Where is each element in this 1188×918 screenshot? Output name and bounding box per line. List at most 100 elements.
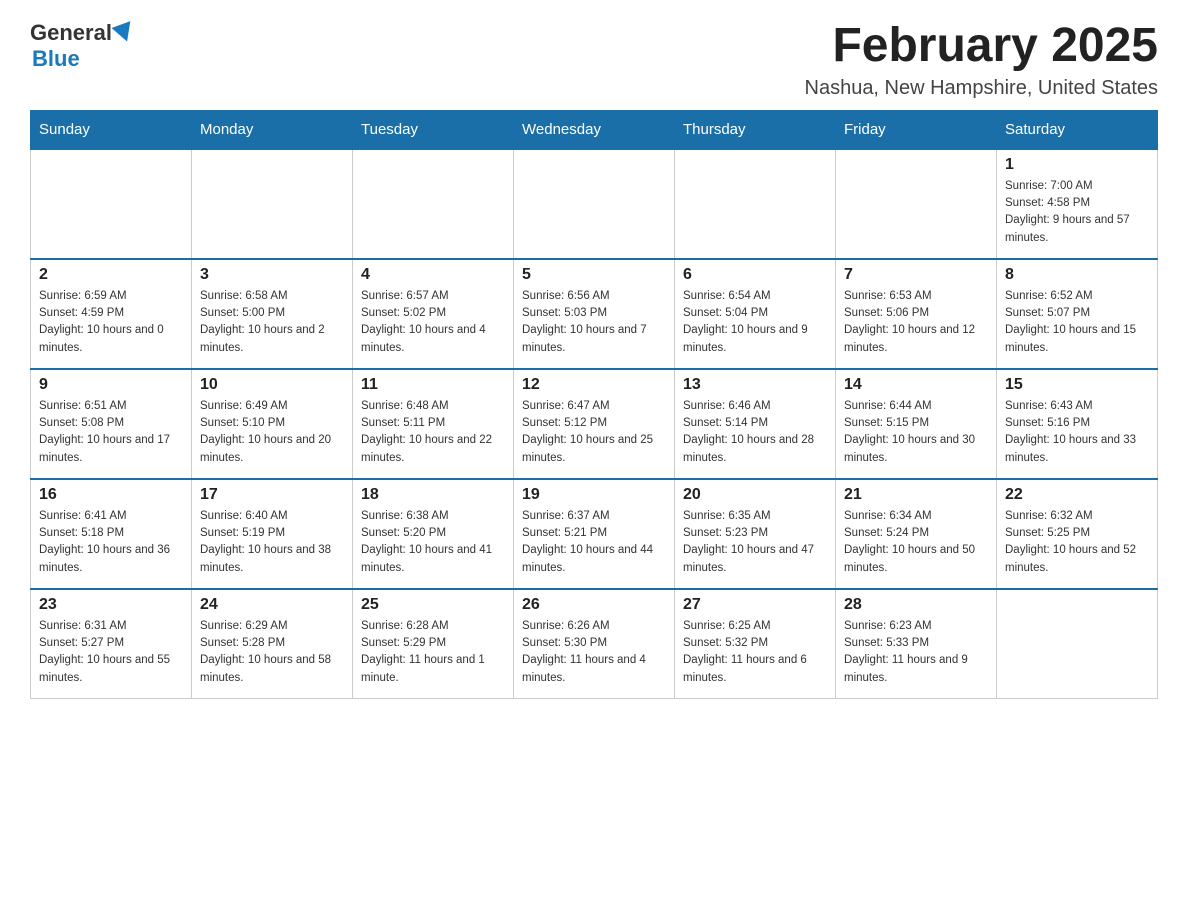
day-info: Sunrise: 6:35 AM Sunset: 5:23 PM Dayligh… — [683, 508, 827, 577]
calendar-day-cell: 2Sunrise: 6:59 AM Sunset: 4:59 PM Daylig… — [31, 259, 192, 369]
calendar-day-cell: 12 Sunrise: 6:47 AM Sunset: 5:12 PM Dayli… — [514, 369, 675, 479]
day-info: Sunrise: 6:58 AM Sunset: 5:00 PM Dayligh… — [200, 288, 344, 357]
day-number: 22 — [1005, 486, 1149, 504]
title-section: February 2025 Nashua, New Hampshire, Uni… — [805, 20, 1159, 100]
location-subtitle: Nashua, New Hampshire, United States — [805, 77, 1159, 100]
logo: General Blue — [30, 20, 136, 72]
calendar-header-row: SundayMondayTuesdayWednesdayThursdayFrid… — [31, 110, 1158, 149]
day-info: Sunrise: 6:37 AM Sunset: 5:21 PM Dayligh… — [522, 508, 666, 577]
day-number: 16 — [39, 486, 183, 504]
calendar-day-cell — [675, 149, 836, 259]
day-number: 24 — [200, 596, 344, 614]
day-info: Sunrise: 6:56 AM Sunset: 5:03 PM Dayligh… — [522, 288, 666, 357]
day-number: 14 — [844, 376, 988, 394]
calendar-day-cell: 3 Sunrise: 6:58 AM Sunset: 5:00 PM Daylig… — [192, 259, 353, 369]
day-info: Sunrise: 6:23 AM Sunset: 5:33 PM Dayligh… — [844, 618, 988, 687]
day-number: 9 — [39, 376, 183, 394]
calendar-table: SundayMondayTuesdayWednesdayThursdayFrid… — [30, 110, 1158, 700]
calendar-day-cell: 23Sunrise: 6:31 AM Sunset: 5:27 PM Dayli… — [31, 589, 192, 699]
calendar-day-cell: 14 Sunrise: 6:44 AM Sunset: 5:15 PM Dayli… — [836, 369, 997, 479]
calendar-day-cell: 15Sunrise: 6:43 AM Sunset: 5:16 PM Dayli… — [997, 369, 1158, 479]
day-number: 18 — [361, 486, 505, 504]
day-info: Sunrise: 6:52 AM Sunset: 5:07 PM Dayligh… — [1005, 288, 1149, 357]
day-number: 13 — [683, 376, 827, 394]
calendar-day-cell: 28 Sunrise: 6:23 AM Sunset: 5:33 PM Dayli… — [836, 589, 997, 699]
calendar-day-cell: 24 Sunrise: 6:29 AM Sunset: 5:28 PM Dayli… — [192, 589, 353, 699]
day-number: 10 — [200, 376, 344, 394]
calendar-day-cell: 16 Sunrise: 6:41 AM Sunset: 5:18 PM Dayli… — [31, 479, 192, 589]
calendar-day-cell — [192, 149, 353, 259]
day-number: 12 — [522, 376, 666, 394]
day-number: 1 — [1005, 156, 1149, 174]
day-number: 8 — [1005, 266, 1149, 284]
day-info: Sunrise: 6:25 AM Sunset: 5:32 PM Dayligh… — [683, 618, 827, 687]
calendar-day-cell — [997, 589, 1158, 699]
logo-general-text: General — [30, 20, 112, 46]
day-number: 5 — [522, 266, 666, 284]
day-info: Sunrise: 6:44 AM Sunset: 5:15 PM Dayligh… — [844, 398, 988, 467]
calendar-day-cell: 17Sunrise: 6:40 AM Sunset: 5:19 PM Dayli… — [192, 479, 353, 589]
day-number: 27 — [683, 596, 827, 614]
day-info: Sunrise: 6:47 AM Sunset: 5:12 PM Dayligh… — [522, 398, 666, 467]
calendar-day-cell: 8 Sunrise: 6:52 AM Sunset: 5:07 PM Daylig… — [997, 259, 1158, 369]
calendar-day-header: Thursday — [675, 110, 836, 149]
calendar-day-cell — [353, 149, 514, 259]
day-info: Sunrise: 6:34 AM Sunset: 5:24 PM Dayligh… — [844, 508, 988, 577]
calendar-day-cell: 13 Sunrise: 6:46 AM Sunset: 5:14 PM Dayli… — [675, 369, 836, 479]
calendar-day-cell: 22 Sunrise: 6:32 AM Sunset: 5:25 PM Dayli… — [997, 479, 1158, 589]
day-number: 20 — [683, 486, 827, 504]
day-info: Sunrise: 6:38 AM Sunset: 5:20 PM Dayligh… — [361, 508, 505, 577]
day-info: Sunrise: 6:54 AM Sunset: 5:04 PM Dayligh… — [683, 288, 827, 357]
calendar-day-cell: 7Sunrise: 6:53 AM Sunset: 5:06 PM Daylig… — [836, 259, 997, 369]
calendar-week-row: 16 Sunrise: 6:41 AM Sunset: 5:18 PM Dayli… — [31, 479, 1158, 589]
day-number: 25 — [361, 596, 505, 614]
calendar-day-cell: 19Sunrise: 6:37 AM Sunset: 5:21 PM Dayli… — [514, 479, 675, 589]
day-number: 6 — [683, 266, 827, 284]
day-info: Sunrise: 6:41 AM Sunset: 5:18 PM Dayligh… — [39, 508, 183, 577]
day-info: Sunrise: 6:49 AM Sunset: 5:10 PM Dayligh… — [200, 398, 344, 467]
day-info: Sunrise: 6:51 AM Sunset: 5:08 PM Dayligh… — [39, 398, 183, 467]
calendar-day-cell: 6 Sunrise: 6:54 AM Sunset: 5:04 PM Daylig… — [675, 259, 836, 369]
calendar-day-cell: 1 Sunrise: 7:00 AM Sunset: 4:58 PM Daylig… — [997, 149, 1158, 259]
day-info: Sunrise: 6:43 AM Sunset: 5:16 PM Dayligh… — [1005, 398, 1149, 467]
calendar-day-cell — [836, 149, 997, 259]
calendar-week-row: 1 Sunrise: 7:00 AM Sunset: 4:58 PM Daylig… — [31, 149, 1158, 259]
calendar-week-row: 9 Sunrise: 6:51 AM Sunset: 5:08 PM Daylig… — [31, 369, 1158, 479]
calendar-day-header: Tuesday — [353, 110, 514, 149]
calendar-day-cell: 21 Sunrise: 6:34 AM Sunset: 5:24 PM Dayli… — [836, 479, 997, 589]
calendar-day-header: Wednesday — [514, 110, 675, 149]
calendar-day-cell: 27 Sunrise: 6:25 AM Sunset: 5:32 PM Dayli… — [675, 589, 836, 699]
calendar-week-row: 2Sunrise: 6:59 AM Sunset: 4:59 PM Daylig… — [31, 259, 1158, 369]
day-number: 28 — [844, 596, 988, 614]
day-info: Sunrise: 6:59 AM Sunset: 4:59 PM Dayligh… — [39, 288, 183, 357]
calendar-day-cell: 20 Sunrise: 6:35 AM Sunset: 5:23 PM Dayli… — [675, 479, 836, 589]
calendar-day-cell — [31, 149, 192, 259]
day-info: Sunrise: 6:28 AM Sunset: 5:29 PM Dayligh… — [361, 618, 505, 687]
calendar-day-header: Sunday — [31, 110, 192, 149]
calendar-day-cell: 4 Sunrise: 6:57 AM Sunset: 5:02 PM Daylig… — [353, 259, 514, 369]
calendar-day-cell: 9 Sunrise: 6:51 AM Sunset: 5:08 PM Daylig… — [31, 369, 192, 479]
calendar-day-cell: 25 Sunrise: 6:28 AM Sunset: 5:29 PM Dayli… — [353, 589, 514, 699]
calendar-day-cell: 26Sunrise: 6:26 AM Sunset: 5:30 PM Dayli… — [514, 589, 675, 699]
day-info: Sunrise: 6:29 AM Sunset: 5:28 PM Dayligh… — [200, 618, 344, 687]
calendar-day-header: Friday — [836, 110, 997, 149]
day-info: Sunrise: 7:00 AM Sunset: 4:58 PM Dayligh… — [1005, 178, 1149, 247]
calendar-day-cell: 5 Sunrise: 6:56 AM Sunset: 5:03 PM Daylig… — [514, 259, 675, 369]
day-number: 4 — [361, 266, 505, 284]
day-number: 3 — [200, 266, 344, 284]
day-number: 17 — [200, 486, 344, 504]
day-info: Sunrise: 6:46 AM Sunset: 5:14 PM Dayligh… — [683, 398, 827, 467]
day-number: 21 — [844, 486, 988, 504]
calendar-day-cell — [514, 149, 675, 259]
page-header: General Blue February 2025 Nashua, New H… — [30, 20, 1158, 100]
day-info: Sunrise: 6:57 AM Sunset: 5:02 PM Dayligh… — [361, 288, 505, 357]
logo-triangle-icon — [111, 21, 136, 45]
day-info: Sunrise: 6:48 AM Sunset: 5:11 PM Dayligh… — [361, 398, 505, 467]
day-info: Sunrise: 6:32 AM Sunset: 5:25 PM Dayligh… — [1005, 508, 1149, 577]
month-title: February 2025 — [805, 20, 1159, 73]
calendar-week-row: 23Sunrise: 6:31 AM Sunset: 5:27 PM Dayli… — [31, 589, 1158, 699]
logo-blue-text: Blue — [32, 46, 80, 72]
calendar-day-header: Monday — [192, 110, 353, 149]
calendar-day-header: Saturday — [997, 110, 1158, 149]
day-number: 26 — [522, 596, 666, 614]
